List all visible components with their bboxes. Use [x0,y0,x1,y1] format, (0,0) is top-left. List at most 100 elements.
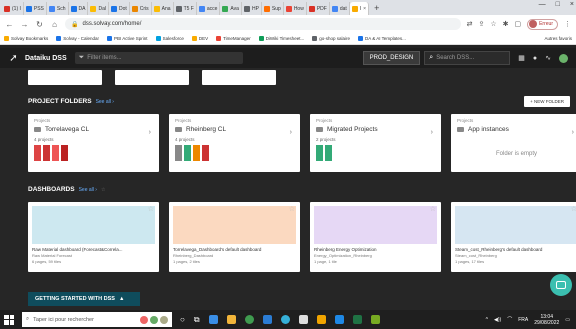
recent-item[interactable] [202,70,276,85]
bookmark-item[interactable]: Solvay Bookmarks [4,36,48,41]
app-icon[interactable] [298,315,308,324]
recent-item[interactable] [115,70,189,85]
project-thumbnail[interactable] [316,145,323,161]
edge-icon[interactable] [280,315,290,324]
chevron-right-icon[interactable]: › [572,129,574,136]
profile-button[interactable]: Erreur [527,18,558,30]
star-icon[interactable]: ☆ [148,205,154,213]
browser-tab[interactable]: PDF [307,2,330,15]
browser-tab[interactable]: Dot [109,2,130,15]
project-thumbnail[interactable] [184,145,191,161]
star-icon[interactable]: ☆ [430,205,436,213]
bird-icon[interactable]: ➚ [8,53,19,64]
project-folder-card[interactable]: Projects Rheinberg CL › 4 projects [169,114,300,172]
project-thumbnail[interactable] [193,145,200,161]
bookmark-item[interactable]: Solvay - Calendar [56,36,99,41]
chat-icon[interactable] [550,274,572,296]
new-tab-button[interactable]: + [369,3,384,13]
share-icon[interactable]: ⇪ [478,20,484,28]
browser-tab[interactable]: DA [69,2,89,15]
language-indicator[interactable]: FRA [518,317,528,323]
bookmark-item[interactable]: DiWiki Timesheet... [258,36,304,41]
dashboard-card[interactable]: ☆ Raw Material dashboard (Forecast&Correl… [28,202,159,272]
app-icon-2[interactable] [370,315,380,324]
cortana-icon[interactable]: ○ [180,315,185,324]
bookmark-item[interactable]: DA & AI Templates... [357,36,406,41]
filter-input[interactable]: ⏷ Filter items... [74,52,243,64]
project-thumbnail[interactable] [34,145,41,161]
menu-icon[interactable]: ⋮ [564,20,571,28]
file-explorer-icon[interactable] [226,315,236,324]
browser-tab[interactable]: Dal [88,2,109,15]
dashboard-card[interactable]: ☆ Torrelavega_Dashboard's default dashboa… [169,202,300,272]
project-thumbnail[interactable] [43,145,50,161]
notification-icon[interactable]: ● [533,55,537,62]
browser-tab-active[interactable]: I × [349,2,370,15]
app-title[interactable]: Dataiku DSS [25,55,67,62]
windows-start-icon[interactable] [4,314,14,325]
project-thumbnail[interactable] [52,145,59,161]
browser-tab[interactable]: dat [330,2,350,15]
powerbi-icon[interactable] [316,315,326,324]
star-icon[interactable]: ☆ [289,205,295,213]
bookmark-item[interactable]: go-shop salaire [312,36,350,41]
other-bookmarks[interactable]: Autres favoris [544,36,572,41]
project-thumbnail[interactable] [202,145,209,161]
translate-icon[interactable]: ⇄ [467,20,473,28]
chevron-right-icon[interactable]: › [290,129,292,136]
chevron-up-icon[interactable]: ^ [486,317,488,323]
windows-store-icon[interactable] [208,315,218,324]
clock[interactable]: 13:04 29/08/2022 [534,314,559,326]
project-folder-card[interactable]: Projects Torrelavega CL › 4 projects [28,114,159,172]
dashboards-star-icon[interactable]: ☆ [101,187,105,193]
browser-tab[interactable]: acce [197,2,221,15]
network-icon[interactable]: ⌒ [507,316,512,323]
project-folders-see-all-link[interactable]: See all › [96,99,114,105]
bookmark-item[interactable]: DEV [191,36,208,41]
dashboard-card[interactable]: ☆ Steam_cost_Rheinberg's default dashboar… [451,202,576,272]
project-folder-card[interactable]: Projects Migrated Projects › 2 projects [310,114,441,172]
project-folder-card[interactable]: Projects App instances › Folder is empty [451,114,576,172]
project-thumbnail[interactable] [325,145,332,161]
bookmark-item[interactable]: TimeManager [216,36,251,41]
activity-icon[interactable]: ∿ [545,54,551,62]
recent-item[interactable] [28,70,102,85]
browser-tab[interactable]: Sch [47,2,69,15]
notifications-icon[interactable]: ▭ [565,317,570,323]
dashboards-see-all-link[interactable]: See all › [79,187,97,193]
task-view-icon[interactable]: ⧉ [194,315,200,325]
browser-tab[interactable]: Sup [262,2,284,15]
bookmark-star-icon[interactable]: ☆ [490,20,496,28]
reload-icon[interactable]: ↻ [35,20,44,29]
home-icon[interactable]: ⌂ [50,20,59,29]
browser-tab[interactable]: Ava [220,2,242,15]
project-thumbnail[interactable] [175,145,182,161]
chrome-icon[interactable] [244,315,254,324]
close-window-button[interactable]: × [570,1,574,8]
minimize-button[interactable]: — [539,1,546,8]
browser-tab[interactable]: PSS [24,2,47,15]
bookmark-item[interactable]: Salesforce [155,36,184,41]
address-bar[interactable]: 🔒 dss.solvay.com/home/ [65,18,461,30]
browser-tab[interactable]: How [284,2,307,15]
browser-tab[interactable]: Ana [152,2,174,15]
browser-tab[interactable]: (1) I [2,2,24,15]
browser-tab[interactable]: T5 F [174,2,197,15]
bookmark-item[interactable]: PBI Active Sprint [107,36,148,41]
split-view-icon[interactable]: ▢ [514,20,521,28]
back-icon[interactable]: ← [5,20,14,29]
chevron-right-icon[interactable]: › [149,129,151,136]
star-icon[interactable]: ☆ [571,205,576,213]
grid-menu-icon[interactable]: ▦ [518,54,525,62]
chevron-right-icon[interactable]: › [431,129,433,136]
search-input[interactable]: ⌕ Search DSS... [424,51,511,65]
user-avatar[interactable] [559,53,568,63]
instance-button[interactable]: PROD_DESIGN [362,51,421,65]
outlook-icon[interactable] [262,315,272,324]
dashboard-card[interactable]: ☆ Rheinberg Energy Optimization Energy_Opt… [310,202,441,272]
browser-tab[interactable]: Cris [130,2,152,15]
vscode-icon[interactable] [334,315,344,324]
getting-started-button[interactable]: GETTING STARTED WITH DSS ▲ [28,292,140,306]
taskbar-search-input[interactable]: ⌕ Taper ici pour rechercher [22,312,172,327]
close-tab-icon[interactable]: × [363,6,366,12]
